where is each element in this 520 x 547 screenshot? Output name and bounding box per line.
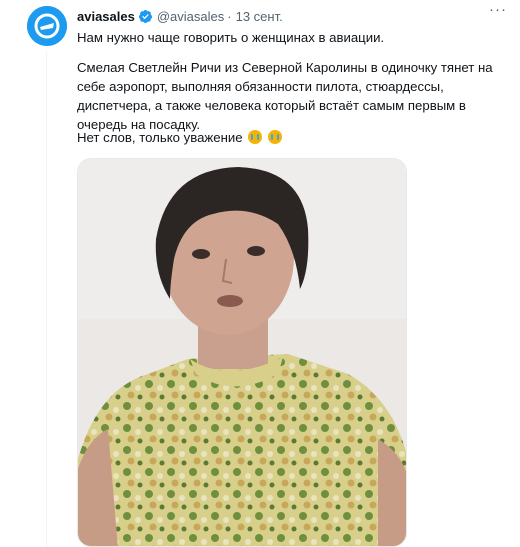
tweet-text-paragraph-2: Смелая Светлейн Ричи из Северной Каролин… xyxy=(77,60,493,132)
user-handle[interactable]: @aviasales xyxy=(157,9,224,24)
separator-dot: · xyxy=(227,8,232,24)
tweet-text-line-1: Нам нужно чаще говорить о женщинах в ави… xyxy=(77,30,385,45)
tweet-text-respect: Нет слов, только уважение xyxy=(77,130,243,145)
tweet-card[interactable]: aviasales @aviasales · 13 сент. ··· Нам … xyxy=(0,0,520,547)
photo-of-woman xyxy=(78,159,406,546)
aviasales-logo xyxy=(27,6,67,46)
tweet-header: aviasales @aviasales · 13 сент. xyxy=(77,7,283,25)
loudly-crying-face-icon xyxy=(267,130,282,144)
thread-line xyxy=(46,52,47,547)
display-name[interactable]: aviasales xyxy=(77,9,135,24)
more-options-icon[interactable]: ··· xyxy=(486,2,510,23)
tweet-date[interactable]: 13 сент. xyxy=(236,9,283,24)
tweet-media-photo[interactable] xyxy=(77,158,407,547)
avatar[interactable] xyxy=(27,6,67,46)
loudly-crying-face-icon xyxy=(248,130,263,144)
verified-badge-icon xyxy=(138,9,152,23)
tweet-text-line-3: Нет слов, только уважение xyxy=(77,128,282,147)
